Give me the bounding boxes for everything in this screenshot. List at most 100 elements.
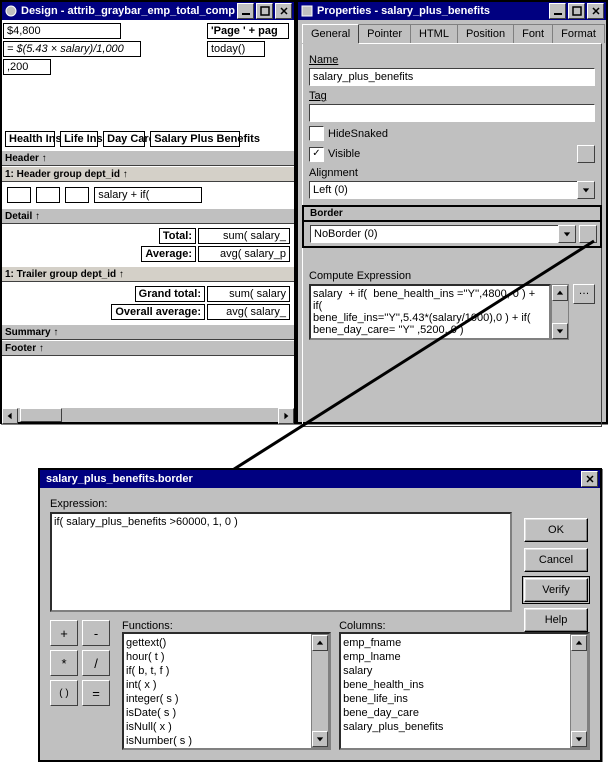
minimize-button[interactable]	[549, 3, 566, 19]
band-trailer-group[interactable]: 1: Trailer group dept_id ↑	[2, 266, 294, 282]
op-mul[interactable]: *	[50, 650, 78, 676]
hidesnaked-checkbox[interactable]	[309, 126, 324, 141]
design-window: Design - attrib_graybar_emp_total_comp $…	[0, 0, 296, 424]
functions-listbox[interactable]: gettext() hour( t ) if( b, t, f ) int( x…	[122, 632, 331, 750]
op-div[interactable]: /	[82, 650, 110, 676]
design-cell[interactable]: today()	[207, 41, 265, 57]
list-item[interactable]: emp_lname	[343, 650, 586, 664]
maximize-button[interactable]	[256, 3, 273, 19]
scroll-down-button[interactable]	[552, 323, 568, 339]
design-cell[interactable]: 'Page ' + pag	[207, 23, 289, 39]
list-item[interactable]: isNumber( s )	[126, 734, 327, 748]
visible-expr-button[interactable]	[577, 145, 595, 163]
scroll-down-button[interactable]	[312, 731, 328, 747]
scroll-up-button[interactable]	[552, 285, 568, 301]
chevron-down-icon[interactable]	[558, 225, 576, 243]
tab-format[interactable]: Format	[552, 24, 605, 43]
detail-placeholder[interactable]	[65, 187, 89, 203]
horizontal-scrollbar[interactable]	[2, 408, 294, 422]
band-header[interactable]: Header ↑	[2, 150, 294, 166]
scroll-up-button[interactable]	[312, 635, 328, 651]
close-button[interactable]	[581, 471, 598, 487]
compute-expression-field[interactable]: salary + if( bene_health_ins =''Y'',4800…	[309, 284, 551, 340]
minimize-button[interactable]	[237, 3, 254, 19]
compute-more-button[interactable]: …	[573, 284, 595, 304]
design-canvas[interactable]: $4,800 = $(5.43 × salary)/1,000 ,200 'Pa…	[2, 20, 294, 408]
design-cell[interactable]: ,200	[3, 59, 51, 75]
design-cell[interactable]: $4,800	[3, 23, 121, 39]
help-button[interactable]: Help	[524, 608, 588, 632]
scroll-left-button[interactable]	[2, 408, 18, 424]
list-item[interactable]: integer( s )	[126, 692, 327, 706]
band-header-group[interactable]: 1: Header group dept_id ↑	[2, 166, 294, 182]
col-header[interactable]: Salary Plus Benefits	[150, 131, 240, 147]
close-button[interactable]	[587, 3, 604, 19]
band-detail[interactable]: Detail ↑	[2, 208, 294, 224]
band-summary[interactable]: Summary ↑	[2, 324, 294, 340]
design-cell[interactable]: = $(5.43 × salary)/1,000	[3, 41, 141, 57]
list-item[interactable]: gettext()	[126, 636, 327, 650]
list-item[interactable]: emp_fname	[343, 636, 586, 650]
border-expr-button[interactable]	[579, 225, 597, 243]
tab-font[interactable]: Font	[513, 24, 553, 43]
detail-field[interactable]: salary + if(	[94, 187, 202, 203]
tab-position[interactable]: Position	[457, 24, 514, 43]
visible-checkbox[interactable]	[309, 147, 324, 162]
col-header[interactable]: Life Ins.	[60, 131, 98, 147]
total-label[interactable]: Total:	[159, 228, 196, 244]
total-expr[interactable]: sum( salary_	[198, 228, 290, 244]
op-plus[interactable]: +	[50, 620, 78, 646]
maximize-button[interactable]	[568, 3, 585, 19]
verify-button[interactable]: Verify	[524, 578, 588, 602]
cancel-button[interactable]: Cancel	[524, 548, 588, 572]
alignment-dropdown[interactable]	[309, 181, 595, 199]
border-dropdown[interactable]	[310, 225, 576, 243]
tag-field[interactable]	[309, 104, 595, 122]
col-header[interactable]: Day Care	[103, 131, 145, 147]
compute-label: Compute Expression	[309, 270, 595, 282]
grand-total-label[interactable]: Grand total:	[135, 286, 205, 302]
scroll-right-button[interactable]	[278, 408, 294, 424]
list-item[interactable]: bene_life_ins	[343, 692, 586, 706]
op-parens[interactable]: ( )	[50, 680, 78, 706]
functions-scrollbar[interactable]	[311, 634, 329, 748]
chevron-down-icon[interactable]	[577, 181, 595, 199]
overall-average-label[interactable]: Overall average:	[111, 304, 205, 320]
col-header[interactable]: Health Ins.	[5, 131, 55, 147]
alignment-value[interactable]	[309, 181, 577, 199]
expression-field[interactable]: if( salary_plus_benefits >60000, 1, 0 )	[50, 512, 512, 612]
detail-placeholder[interactable]	[36, 187, 60, 203]
close-button[interactable]	[275, 3, 292, 19]
scroll-thumb[interactable]	[20, 408, 62, 422]
tag-label: Tag	[309, 90, 595, 102]
tab-html[interactable]: HTML	[410, 24, 458, 43]
list-item[interactable]: isDate( s )	[126, 706, 327, 720]
op-minus[interactable]: -	[82, 620, 110, 646]
grand-total-expr[interactable]: sum( salary	[207, 286, 290, 302]
detail-placeholder[interactable]	[7, 187, 31, 203]
average-label[interactable]: Average:	[141, 246, 196, 262]
tab-pointer[interactable]: Pointer	[358, 24, 411, 43]
list-item[interactable]: int( x )	[126, 678, 327, 692]
tab-general[interactable]: General	[302, 24, 359, 43]
compute-scrollbar[interactable]	[551, 284, 569, 340]
band-footer[interactable]: Footer ↑	[2, 340, 294, 356]
list-item[interactable]: bene_day_care	[343, 706, 586, 720]
overall-average-expr[interactable]: avg( salary_	[207, 304, 290, 320]
list-item[interactable]: salary	[343, 664, 586, 678]
list-item[interactable]: if( b, t, f )	[126, 664, 327, 678]
list-item[interactable]: isNull( x )	[126, 720, 327, 734]
scroll-down-button[interactable]	[571, 731, 587, 747]
list-item[interactable]: hour( t )	[126, 650, 327, 664]
op-eq[interactable]: =	[82, 680, 110, 706]
ok-button[interactable]: OK	[524, 518, 588, 542]
properties-window: Properties - salary_plus_benefits Genera…	[296, 0, 608, 424]
scroll-up-button[interactable]	[571, 635, 587, 651]
average-expr[interactable]: avg( salary_p	[198, 246, 290, 262]
name-field[interactable]	[309, 68, 595, 86]
columns-listbox[interactable]: emp_fname emp_lname salary bene_health_i…	[339, 632, 590, 750]
list-item[interactable]: salary_plus_benefits	[343, 720, 586, 734]
border-value[interactable]	[310, 225, 558, 243]
list-item[interactable]: bene_health_ins	[343, 678, 586, 692]
columns-scrollbar[interactable]	[570, 634, 588, 748]
